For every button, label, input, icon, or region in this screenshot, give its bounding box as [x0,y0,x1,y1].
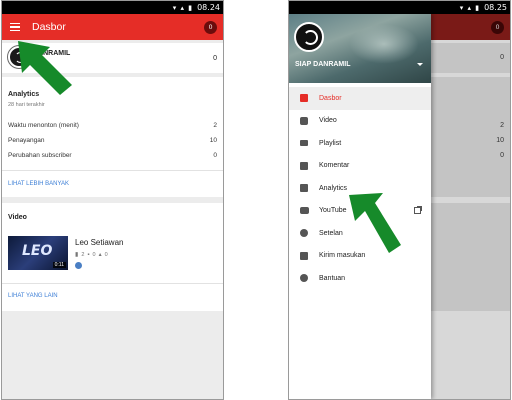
video-stats: ▮ 2 ▪ 0 ▴ 0 [75,251,108,259]
comments-count: 0 [92,251,96,258]
analytics-row: Waktu menonton (menit) 2 [8,119,217,131]
phone-screen-drawer: ▾ ▴ ▮ 08.25 0 2 10 0 0 SIAP DANRAMIL Das… [288,0,511,400]
help-icon [300,274,308,283]
status-time: 08.25 [484,3,507,12]
drawer-item-label: Komentar [319,162,350,170]
settings-icon [300,229,308,238]
divider [2,283,223,284]
signal-icon: ▾ ▴ ▮ [172,3,194,12]
youtube-icon [299,207,309,215]
row-label: Waktu menonton (menit) [8,121,79,129]
comment-icon [300,161,308,170]
bg-subchange-value: 0 [500,152,504,159]
external-link-icon [414,206,422,215]
drawer-item-label: Bantuan [319,274,346,282]
green-arrow-icon [349,193,401,253]
divider [2,170,223,171]
analytics-icon [300,184,308,193]
row-label: Penayangan [8,136,45,144]
avatar [294,22,324,52]
see-more-analytics-link[interactable]: LIHAT LEBIH BANYAK [8,181,69,187]
feedback-icon [300,251,308,260]
status-time: 08.24 [197,3,220,12]
notification-badge: 0 [491,21,504,34]
drawer-item-playlist[interactable]: Playlist [289,132,431,155]
row-value: 10 [209,136,217,144]
analytics-row: Perubahan subscriber 0 [8,149,217,161]
signal-icon: ▾ ▴ ▮ [459,3,481,12]
drawer-item-help[interactable]: Bantuan [289,267,431,290]
drawer-item-label: Dasbor [319,94,342,102]
likes-count: 0 [104,251,108,258]
notification-badge[interactable]: 0 [204,21,217,34]
drawer-item-comments[interactable]: Komentar [289,155,431,178]
row-value: 0 [213,151,217,159]
drawer-item-dashboard[interactable]: Dasbor [289,87,431,110]
video-section-title: Video [8,214,27,221]
video-card: Video LEO 0:11 Leo Setiawan ▮ 2 ▪ 0 ▴ 0 … [2,203,223,311]
thumbs-up-icon: ▴ [98,252,102,258]
thumbnail-logo: LEO [22,243,53,259]
drawer-item-label: Playlist [319,139,342,147]
bar-chart-icon: ▮ [75,252,79,258]
video-duration: 0:11 [52,262,66,268]
subscriber-count: 0 [213,55,217,62]
bg-subscriber-count: 0 [500,54,504,61]
phone-screen-dashboard: ▾ ▴ ▮ 08.24 Dasbor 0 DANRAMIL 0 Analytic… [1,0,224,400]
status-bar: ▾ ▴ ▮ 08.24 [2,1,223,14]
analytics-row: Penayangan 10 [8,134,217,146]
video-icon [300,116,308,125]
see-other-videos-link[interactable]: LIHAT YANG LAIN [8,293,58,299]
analytics-period: 28 hari terakhir [8,102,45,108]
drawer-item-label: Video [319,117,337,125]
app-bar: Dasbor 0 [2,14,223,40]
bg-views-value: 10 [496,137,504,144]
drawer-item-label: Analytics [319,184,348,192]
video-title[interactable]: Leo Setiawan [75,238,123,247]
menu-icon[interactable] [2,14,28,40]
bg-watch-value: 2 [500,122,504,129]
globe-icon [75,262,82,269]
channel-name: SIAP DANRAMIL [295,61,351,68]
chevron-down-icon[interactable] [417,63,423,66]
row-label: Perubahan subscriber [8,151,72,159]
drawer-header[interactable]: SIAP DANRAMIL [289,14,431,83]
row-value: 2 [213,121,217,129]
green-arrow-icon [18,41,72,95]
status-bar: ▾ ▴ ▮ 08.25 [289,1,510,14]
dashboard-icon [300,94,308,103]
views-count: 2 [81,251,85,258]
video-thumbnail[interactable]: LEO 0:11 [8,236,68,270]
drawer-item-label: Setelan [319,229,343,237]
page-title: Dasbor [32,21,66,33]
playlist-icon [300,140,308,147]
tutorial-canvas: ▾ ▴ ▮ 08.24 Dasbor 0 DANRAMIL 0 Analytic… [0,0,512,400]
drawer-item-video[interactable]: Video [289,110,431,133]
comment-icon: ▪ [87,251,90,258]
drawer-item-label: YouTube [319,207,347,215]
